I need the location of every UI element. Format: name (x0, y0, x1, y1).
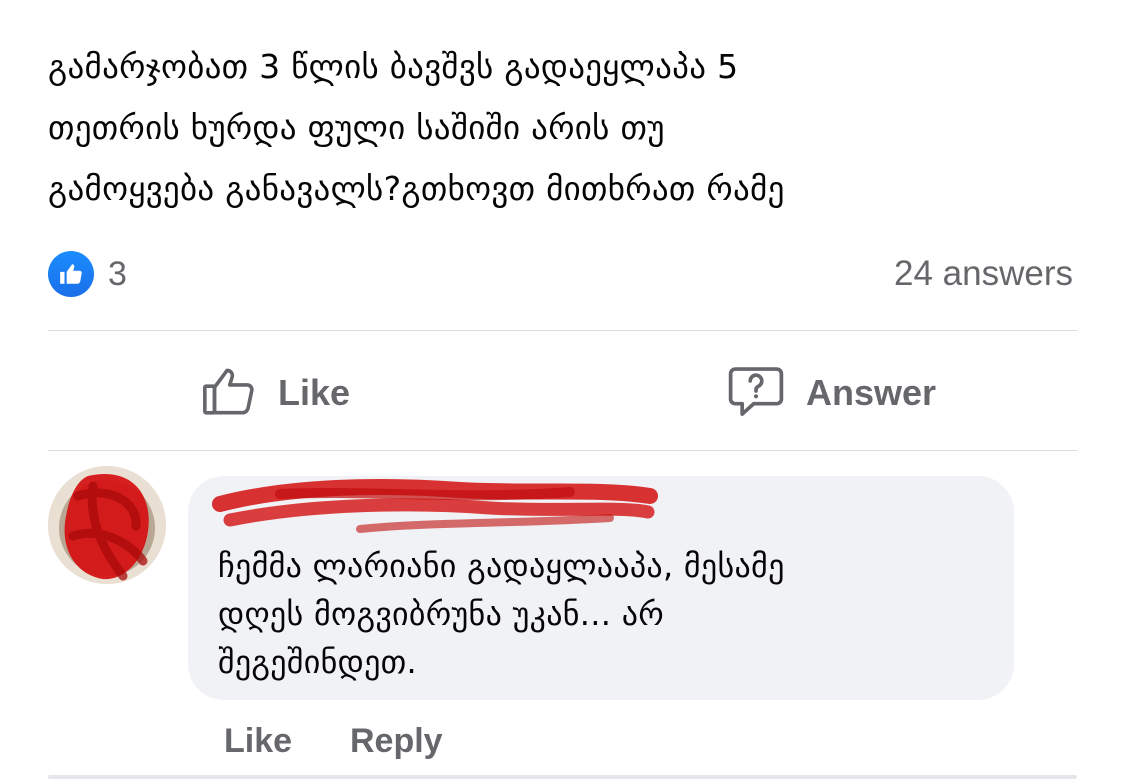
post-text: გამარჯობათ 3 წლის ბავშვს გადაეყლაპა 5 თე… (48, 47, 785, 208)
like-button[interactable]: Like (200, 360, 350, 426)
redaction-scribble (212, 478, 658, 533)
answer-button-label: Answer (806, 372, 937, 413)
avatar[interactable] (48, 466, 166, 584)
like-thumb-icon (48, 251, 94, 297)
divider (48, 450, 1077, 451)
comment-reply-button[interactable]: Reply (350, 716, 443, 766)
answer-button[interactable]: Answer (726, 360, 936, 426)
comment-like-button[interactable]: Like (224, 716, 292, 766)
like-outline-icon (200, 362, 258, 424)
question-bubble-icon (726, 362, 786, 424)
divider (48, 330, 1077, 331)
reaction-count: 3 (108, 254, 127, 293)
like-button-label: Like (278, 372, 351, 413)
comment-text: ჩემმა ლარიანი გადაყლააპა, მესამე დღეს მო… (218, 547, 785, 681)
answers-count[interactable]: 24 answers (894, 250, 1073, 298)
reaction-summary[interactable]: 3 (48, 250, 127, 298)
next-item-edge (48, 775, 1077, 779)
redacted-avatar-scribble (48, 466, 166, 584)
